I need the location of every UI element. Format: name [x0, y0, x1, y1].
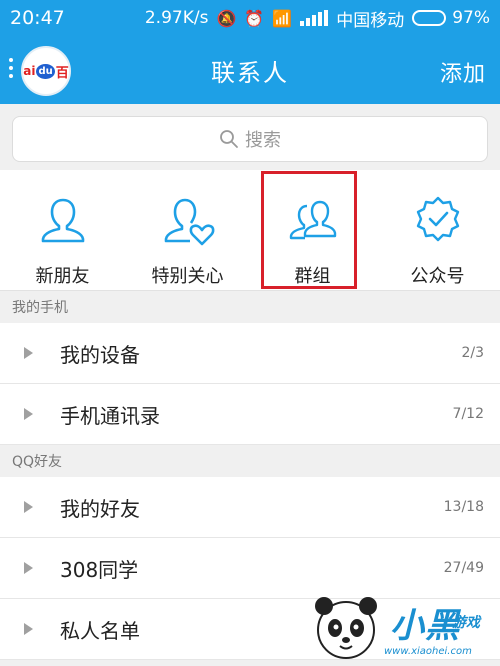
- list-item-my-friends[interactable]: 我的好友 13/18: [0, 477, 500, 538]
- section-header-qq-friends: QQ好友: [0, 445, 500, 477]
- network-speed: 2.97K/s: [144, 8, 209, 28]
- group-name: 我的好友: [60, 496, 140, 521]
- expand-arrow-icon: [24, 623, 33, 635]
- group-name: 私人名单: [60, 618, 140, 643]
- group-count: 7/12: [452, 406, 484, 422]
- group-count: 2/3: [461, 345, 484, 361]
- search-input[interactable]: 搜索: [12, 116, 488, 162]
- group-name: 我的设备: [60, 342, 140, 367]
- group-name: 308同学: [60, 557, 139, 582]
- contact-shortcuts: 新朋友 特别关心 群组 公众号: [0, 170, 500, 291]
- status-indicators: 2.97K/s 🔕 ⏰ 📶 中国移动: [65, 6, 447, 31]
- add-button[interactable]: 添加: [440, 56, 486, 88]
- watermark-url: www.xiaohei.com: [384, 646, 472, 657]
- alarm-icon: ⏰: [244, 8, 265, 28]
- list-item-phone-contacts[interactable]: 手机通讯录 7/12: [0, 384, 500, 445]
- shortcut-special-care[interactable]: 特别关心: [125, 170, 250, 290]
- badge-check-icon: [416, 196, 459, 242]
- section-header-my-phone: 我的手机: [0, 291, 500, 323]
- shortcut-groups[interactable]: 群组: [250, 170, 375, 290]
- battery-icon: [412, 10, 447, 26]
- shortcut-label: 新朋友: [35, 266, 90, 287]
- status-bar: 20:47 2.97K/s 🔕 ⏰ 📶 中国移动 97%: [0, 0, 500, 36]
- wifi-icon: 📶: [272, 8, 293, 28]
- watermark-brand: 小黑: [390, 606, 460, 646]
- watermark-brand-suffix: 游戏: [452, 615, 480, 631]
- watermark-logo: 小黑 游戏 www.xiaohei.com: [302, 590, 498, 664]
- person-heart-icon: [164, 198, 214, 246]
- expand-arrow-icon: [24, 501, 33, 513]
- shortcut-label: 公众号: [410, 266, 465, 287]
- status-time: 20:47: [10, 7, 65, 29]
- expand-arrow-icon: [24, 347, 33, 359]
- group-count: 27/49: [443, 560, 484, 576]
- group-count: 13/18: [443, 499, 484, 515]
- shortcut-new-friends[interactable]: 新朋友: [0, 170, 125, 290]
- shortcut-label: 群组: [294, 266, 331, 287]
- group-icon: [289, 200, 336, 240]
- shortcut-official-accounts[interactable]: 公众号: [375, 170, 500, 290]
- group-name: 手机通讯录: [60, 403, 160, 428]
- search-area: 搜索: [0, 104, 500, 170]
- carrier-name: 中国移动: [336, 10, 405, 31]
- app-header: ai du 百 联系人 添加: [0, 36, 500, 104]
- signal-icon: [300, 10, 329, 26]
- list-item-my-devices[interactable]: 我的设备 2/3: [0, 323, 500, 384]
- page-title: 联系人: [211, 58, 289, 87]
- search-icon: [220, 130, 238, 148]
- expand-arrow-icon: [24, 408, 33, 420]
- battery-percent: 97%: [452, 8, 490, 28]
- person-icon: [41, 198, 84, 243]
- shortcut-label: 特别关心: [151, 266, 224, 287]
- panda-mascot-icon: [315, 597, 377, 659]
- search-placeholder: 搜索: [245, 130, 281, 151]
- expand-arrow-icon: [24, 562, 33, 574]
- mute-icon: 🔕: [216, 8, 237, 28]
